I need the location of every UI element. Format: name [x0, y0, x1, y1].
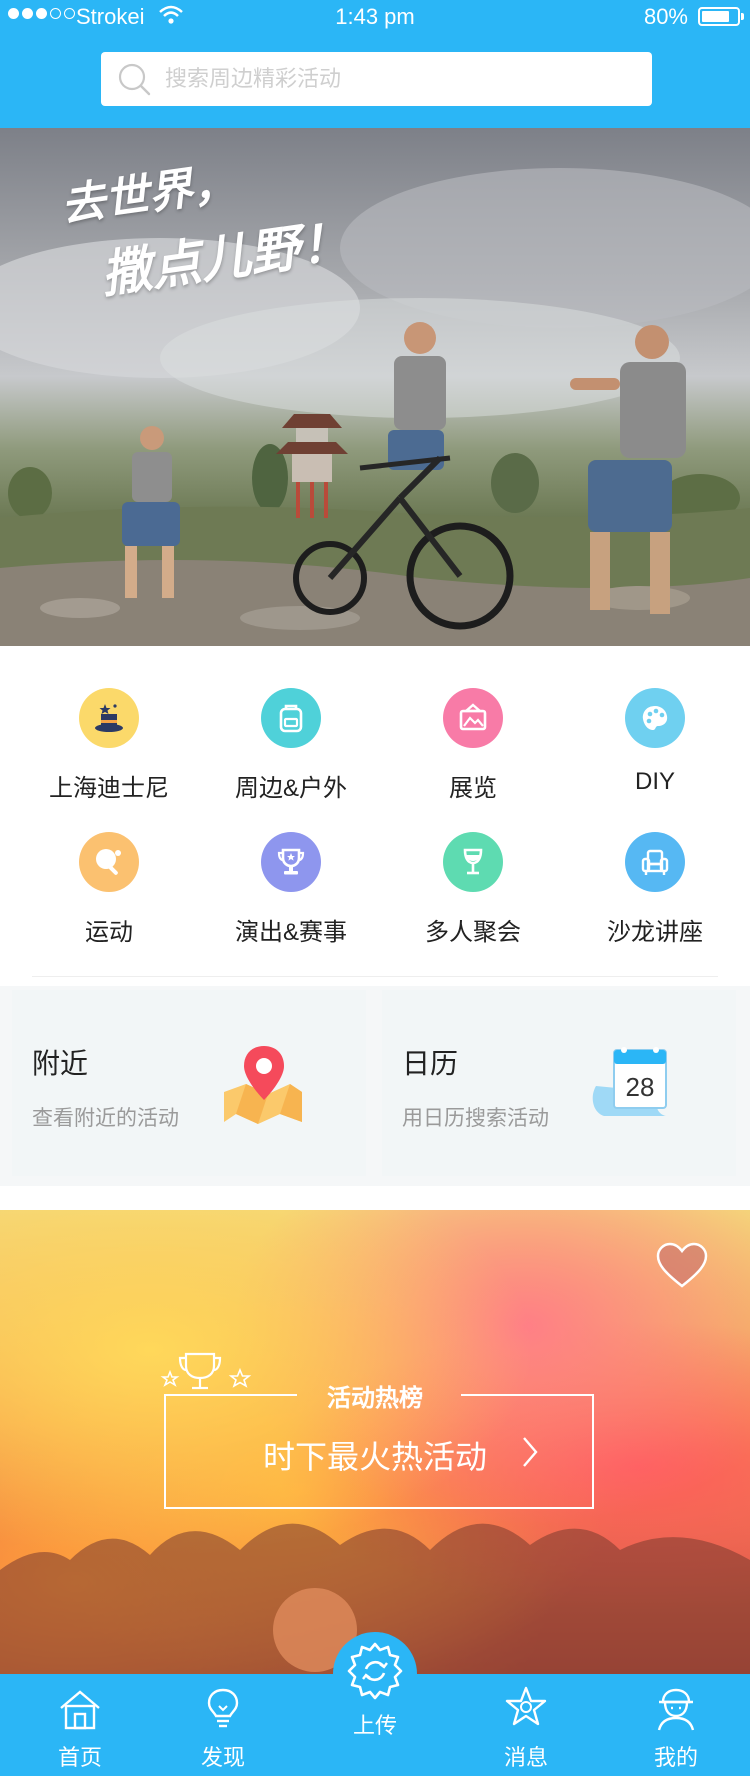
- magic-hat-icon: [79, 688, 139, 748]
- profile-icon: [657, 1688, 695, 1731]
- calendar-subtitle: 用日历搜索活动: [402, 1107, 549, 1130]
- category-exhibition[interactable]: 展览: [382, 676, 564, 820]
- home-icon: [60, 1690, 100, 1730]
- top-header: Strokei 1:43 pm 80%: [0, 0, 750, 128]
- search-bar[interactable]: [101, 52, 652, 106]
- category-label: 周边&户外: [234, 775, 347, 802]
- category-salon[interactable]: 沙龙讲座: [564, 820, 746, 964]
- category-diy[interactable]: DIY: [564, 676, 746, 820]
- tab-label: 上传: [352, 1713, 397, 1738]
- picture-icon: [443, 688, 503, 748]
- trophy-icon: [261, 832, 321, 892]
- bulb-icon: [207, 1688, 239, 1728]
- calendar-title: 日历: [402, 1048, 459, 1079]
- star-message-icon: [505, 1686, 547, 1726]
- ping-pong-icon: [79, 832, 139, 892]
- nearby-tile[interactable]: 附近 查看附近的活动: [12, 990, 366, 1176]
- category-label: 多人聚会: [425, 919, 521, 946]
- category-label: 运动: [85, 919, 133, 946]
- category-party[interactable]: 多人聚会: [382, 820, 564, 964]
- calendar-day: 28: [626, 1072, 655, 1102]
- category-outdoor[interactable]: 周边&户外: [200, 676, 382, 820]
- map-pin-icon: [218, 1038, 310, 1135]
- search-input[interactable]: [165, 66, 625, 92]
- hot-subtitle: 活动热榜: [327, 1385, 423, 1412]
- category-label: 上海迪士尼: [49, 775, 169, 802]
- category-shows[interactable]: 演出&赛事: [200, 820, 382, 964]
- backpack-icon: [261, 688, 321, 748]
- hero-banner[interactable]: 去世界， 撒点儿野！: [0, 128, 750, 646]
- status-time: 1:43 pm: [335, 4, 415, 29]
- nearby-subtitle: 查看附近的活动: [32, 1107, 179, 1130]
- armchair-icon: [625, 832, 685, 892]
- category-label: 演出&赛事: [234, 919, 347, 946]
- battery-icon: [698, 7, 744, 26]
- category-sports[interactable]: 运动: [18, 820, 200, 964]
- battery-percent: 80%: [643, 4, 688, 29]
- palette-icon: [625, 688, 685, 748]
- tab-messages[interactable]: 消息: [466, 1674, 586, 1776]
- tab-label: 我的: [653, 1745, 698, 1770]
- wine-glass-icon: [443, 832, 503, 892]
- nearby-title: 附近: [32, 1048, 89, 1079]
- upload-gear-icon: [347, 1642, 403, 1700]
- calendar-icon: 28: [586, 1036, 678, 1133]
- quick-tiles: 附近 查看附近的活动 日历 用日历搜索活动 28: [0, 986, 750, 1186]
- hot-title: 时下最火热活动: [262, 1439, 487, 1475]
- search-icon: [115, 59, 155, 99]
- tab-label: 首页: [57, 1745, 102, 1770]
- tab-label: 发现: [200, 1745, 245, 1770]
- calendar-tile[interactable]: 日历 用日历搜索活动 28: [382, 990, 736, 1176]
- tab-upload[interactable]: 上传: [315, 1642, 435, 1776]
- hot-activities-banner[interactable]: 活动热榜 时下最火热活动: [0, 1210, 750, 1676]
- status-bar: Strokei 1:43 pm 80%: [0, 0, 750, 34]
- tab-label: 消息: [503, 1745, 548, 1770]
- tab-home[interactable]: 首页: [20, 1674, 140, 1776]
- category-label: 展览: [449, 775, 497, 802]
- category-label: DIY: [634, 768, 675, 795]
- category-grid: 上海迪士尼 周边&户外 展览 DIY 运动 演出&赛事 多人聚会 沙龙讲座: [0, 676, 750, 964]
- favorite-heart-icon[interactable]: [656, 1242, 708, 1290]
- bottom-tab-bar: 首页 发现 上传 消息 我的: [0, 1642, 750, 1776]
- tab-profile[interactable]: 我的: [616, 1674, 736, 1776]
- category-disney[interactable]: 上海迪士尼: [18, 676, 200, 820]
- section-divider: [32, 976, 718, 977]
- category-label: 沙龙讲座: [607, 919, 703, 946]
- tab-discover[interactable]: 发现: [163, 1674, 283, 1776]
